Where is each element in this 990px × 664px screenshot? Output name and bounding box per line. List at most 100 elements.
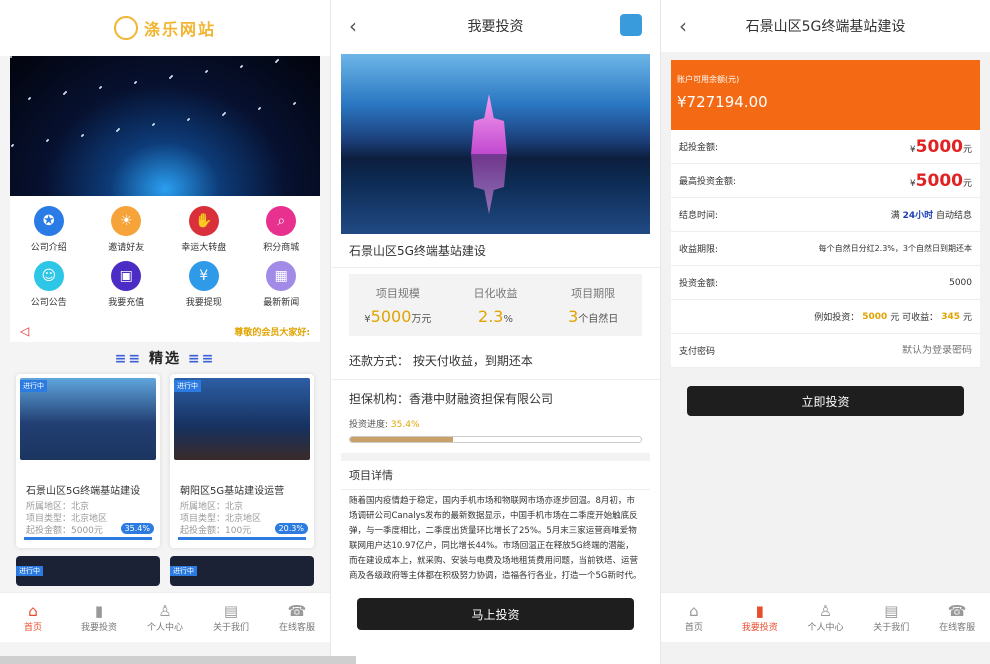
stat-label: 项目规模 — [375, 286, 420, 300]
tab-icon: ▤ — [884, 602, 899, 620]
feature-bulb[interactable]: ☀ 邀请好友 — [88, 206, 166, 253]
feature-medal[interactable]: ✪ 公司介绍 — [10, 206, 88, 253]
value-number: 5000 — [915, 170, 963, 191]
star — [47, 139, 49, 141]
project-image: 进行中 — [20, 378, 156, 460]
tab-3[interactable]: ▤ 关于我们 — [198, 593, 264, 642]
stat-value: ¥5000万元 — [364, 307, 431, 326]
invest-submit-button[interactable]: 立即投资 — [687, 386, 964, 416]
tab-4[interactable]: ☎ 在线客服 — [264, 593, 330, 642]
value-number: 24小时 — [902, 211, 934, 221]
tab-2[interactable]: ♙ 个人中心 — [793, 593, 859, 642]
value-prefix: 满 — [890, 211, 903, 221]
project-detail: 项目详情 随着国内疫情趋于稳定，国内手机市场和物联网市场亦逐步回温。8月初，市场调… — [341, 453, 650, 598]
example-row: 例如投资： 5000 元 可收益： 345 元 — [671, 300, 980, 334]
tab-icon: ♙ — [158, 602, 172, 620]
back-icon[interactable]: ‹ — [349, 14, 357, 38]
balance-value: ¥727194.00 — [677, 93, 768, 111]
feature-label: 邀请好友 — [108, 243, 145, 253]
value-number: 5000 — [915, 136, 963, 157]
value-unit: 元 — [962, 178, 972, 189]
project-card[interactable]: 进行中 石景山区5G终端基站建设 所属地区：北京 项目类型：北京地区 起投金额：5000… — [16, 374, 160, 548]
progress-bar — [349, 436, 642, 443]
notice-bar[interactable]: ◁ 尊敬的会员大家好: — [10, 320, 320, 342]
example-gain: 345 — [941, 311, 960, 322]
feature-wallet[interactable]: ▣ 我要充值 — [88, 261, 166, 308]
project-card-peek[interactable]: 进行中 — [170, 556, 314, 586]
field-row: 结息时间: 满 24小时 自动结息 — [671, 198, 980, 232]
home-banner[interactable] — [10, 56, 320, 196]
feature-yen[interactable]: ¥ 我要提现 — [165, 261, 243, 308]
star — [82, 134, 84, 136]
invest-now-button[interactable]: 马上投资 — [357, 598, 634, 630]
feature-android[interactable]: ☺ 公司公告 — [10, 261, 88, 308]
handshake-icon: ✋ — [188, 206, 219, 236]
project-stats: 项目规模 ¥5000万元 日化收益 2.3% 项目期限 3个自然日 — [349, 274, 642, 336]
feature-label: 公司公告 — [30, 298, 67, 308]
pay-password-label: 支付密码 — [679, 347, 716, 357]
star — [135, 81, 137, 83]
tab-1[interactable]: ▮ 我要投资 — [727, 593, 793, 642]
feature-label: 我要提现 — [185, 298, 222, 308]
field-label: 收益期限: — [679, 245, 719, 255]
page-title: 石景山区5G终端基站建设 — [745, 19, 906, 35]
tab-icon: ▮ — [755, 602, 764, 620]
value-number: 5000 — [949, 277, 972, 288]
value-number: 每个自然日分红2.3%，3个自然日到期还本 — [818, 244, 972, 253]
notice-text: 尊敬的会员大家好: — [234, 327, 310, 338]
star — [188, 118, 190, 120]
invest-list-screen: ‹ 我要投资 石景山区5G终端基站建设 项目规模 ¥5000万元 日化收益 2.3% 项目… — [331, 0, 660, 664]
project-region: 所属地区：北京 — [26, 502, 90, 512]
progress-label: 投资进度: 35.4% — [349, 420, 420, 430]
value-unit: 自动结息 — [933, 211, 972, 221]
tab-0[interactable]: ⌂ 首页 — [661, 593, 727, 642]
feature-handshake[interactable]: ✋ 幸运大转盘 — [165, 206, 243, 253]
pay-password-row: 支付密码 — [671, 334, 980, 368]
project-title: 石景山区5G终端基站建设 — [26, 486, 141, 497]
tab-1[interactable]: ▮ 我要投资 — [66, 593, 132, 642]
bulb-icon: ☀ — [111, 206, 142, 236]
home-screen: 涤乐网站 ✪ 公司介绍 ☀ 邀请好友 ✋ 幸运大转盘 ⌕ 积分商城 ☺ 公司公告 ▣ 我要充值 ¥ 我要提… — [0, 0, 330, 664]
scrollbar[interactable] — [0, 656, 356, 664]
project-banner — [341, 54, 650, 234]
tab-4[interactable]: ☎ 在线客服 — [924, 593, 990, 642]
tab-3[interactable]: ▤ 关于我们 — [858, 593, 924, 642]
star — [171, 75, 173, 77]
project-region: 所属地区：北京 — [180, 502, 244, 512]
project-title: 朝阳区5G基站建设运营 — [180, 486, 285, 497]
pay-password-input[interactable] — [832, 345, 972, 356]
feature-grid[interactable]: ▦ 最新新闻 — [243, 261, 321, 308]
detail-title: 项目详情 — [341, 461, 650, 490]
project-card-peek[interactable]: 进行中 — [16, 556, 160, 586]
field-row: 最高投资金额: ¥5000元 — [671, 164, 980, 198]
status-tag: 进行中 — [20, 380, 47, 392]
header: ‹ 石景山区5G终端基站建设 — [661, 0, 990, 52]
stat-value: 3个自然日 — [568, 307, 618, 326]
bottom-tabbar: ⌂ 首页 ▮ 我要投资 ♙ 个人中心 ▤ 关于我们 ☎ 在线客服 — [661, 592, 990, 642]
feature-label: 我要充值 — [108, 298, 145, 308]
bottom-tabbar: ⌂ 首页 ▮ 我要投资 ♙ 个人中心 ▤ 关于我们 ☎ 在线客服 — [0, 592, 330, 642]
star — [259, 107, 261, 109]
back-icon[interactable]: ‹ — [679, 14, 687, 38]
status-tag: 进行中 — [16, 566, 43, 576]
balance-card: 账户可用余额(元) ¥727194.00 — [671, 60, 980, 130]
progress-badge: 20.3% — [274, 523, 308, 534]
feature-label: 公司介绍 — [30, 243, 67, 253]
tab-2[interactable]: ♙ 个人中心 — [132, 593, 198, 642]
field-value: 5000 — [949, 278, 972, 288]
feature-label: 积分商城 — [263, 243, 300, 253]
feature-search[interactable]: ⌕ 积分商城 — [243, 206, 321, 253]
status-tag: 进行中 — [170, 566, 197, 576]
star — [294, 102, 296, 104]
project-card[interactable]: 进行中 朝阳区5G基站建设运营 所属地区：北京 项目类型：北京地区 起投金额：100元 2… — [170, 374, 314, 548]
site-logo: 涤乐网站 — [0, 0, 330, 56]
logo-icon — [113, 16, 138, 40]
tab-0[interactable]: ⌂ 首页 — [0, 593, 66, 642]
tab-icon: ▮ — [94, 602, 104, 620]
invest-form-screen: ‹ 石景山区5G终端基站建设 账户可用余额(元) ¥727194.00 起投金额: ¥… — [661, 0, 990, 664]
star — [118, 128, 120, 130]
field-label: 最高投资金额: — [679, 177, 737, 187]
tab-label: 在线客服 — [939, 623, 976, 633]
wallet-icon[interactable] — [620, 14, 642, 36]
field-row: 投资金额: 5000 — [671, 266, 980, 300]
